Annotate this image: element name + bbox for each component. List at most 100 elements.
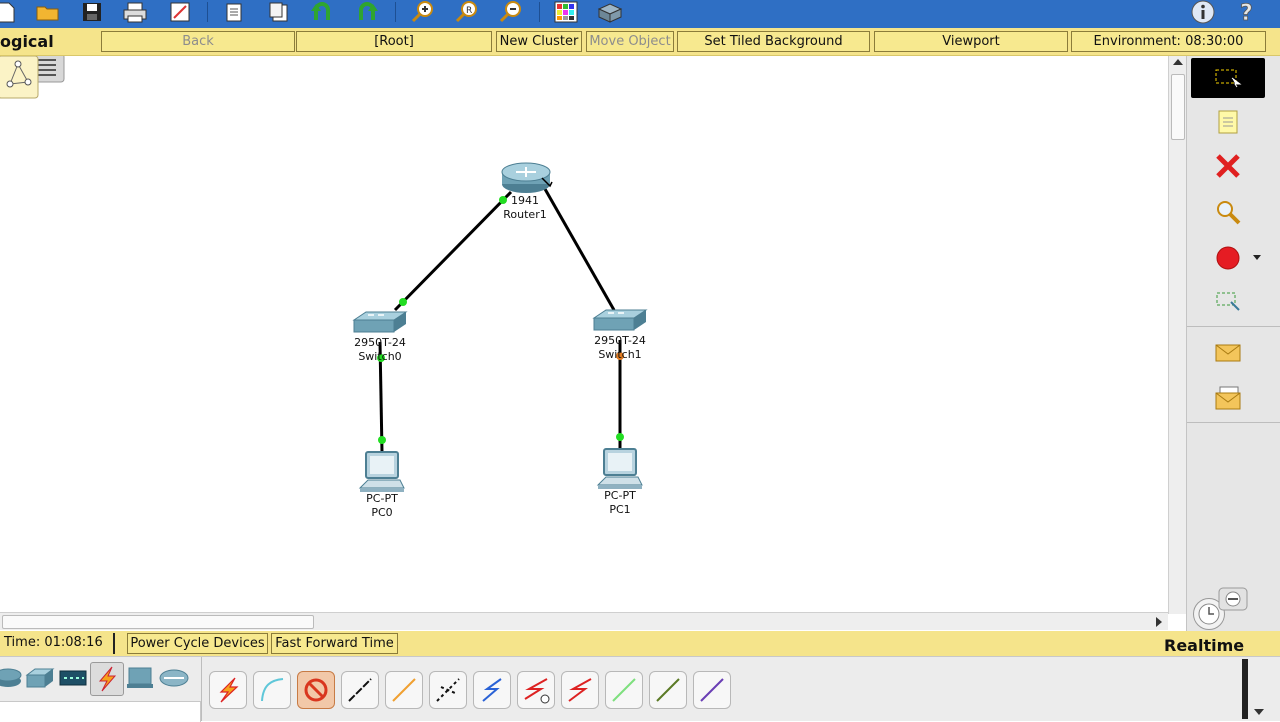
coaxial-icon[interactable] [517,671,555,709]
serial-dte-icon[interactable] [605,671,643,709]
main-toolbar: R ? [0,0,1280,28]
console-cable-icon[interactable] [253,671,291,709]
device-type-tray [0,656,1280,722]
connections-category-icon[interactable] [90,662,124,696]
panel-divider [1187,422,1280,423]
status-divider [113,633,115,654]
scroll-up-arrow-icon[interactable] [1173,59,1183,65]
info-icon[interactable] [1189,0,1217,24]
switch0-name-label: Switch0 [358,350,402,363]
copy-icon[interactable] [221,0,249,24]
hubs-category-icon[interactable] [57,662,89,694]
phone-cable-icon[interactable] [473,671,511,709]
back-button[interactable]: Back [101,31,295,52]
device-router1[interactable]: 1941 Router1 [470,160,580,224]
root-button[interactable]: [Root] [296,31,492,52]
tray-scroll-down-arrow-icon[interactable] [1254,709,1264,715]
switch1-model-label: 2950T-24 [594,334,646,347]
routers-category-icon[interactable] [0,662,24,694]
copper-straight-icon[interactable] [341,671,379,709]
toolbar-divider [207,2,208,22]
router1-name-label: Router1 [503,208,547,221]
no-connection-icon[interactable] [297,671,335,709]
power-cycle-devices-button[interactable]: Power Cycle Devices [127,633,268,654]
move-object-button[interactable]: Move Object [586,31,674,52]
delete-icon[interactable] [1191,146,1265,186]
pc0-model-label: PC-PT [366,492,398,505]
redo-icon[interactable] [353,0,381,24]
workspace-header-bar: ogical Back [Root] New Cluster Move Obje… [0,28,1280,56]
panel-divider [1187,326,1280,327]
wan-emulation-category-icon[interactable] [158,662,190,694]
pc0-name-label: PC0 [371,506,393,519]
custom-device-icon[interactable] [596,0,624,24]
vertical-scroll-thumb[interactable] [1171,74,1185,140]
device-subtype-list [0,701,201,722]
device-pc1[interactable]: PC-PT PC1 [575,447,665,519]
realtime-mode-label: Realtime [1164,636,1245,655]
scroll-right-arrow-icon[interactable] [1156,617,1162,627]
undo-icon[interactable] [308,0,336,24]
pc-icon [596,448,643,489]
open-folder-icon[interactable] [34,0,62,24]
router-icon [501,162,553,193]
draw-tool-dropdown-arrow-icon[interactable] [1253,255,1261,260]
paste-icon[interactable] [265,0,293,24]
iot-cable-icon[interactable] [693,671,731,709]
tray-divider [201,657,202,721]
device-switch0[interactable]: 2950T-24 Switch0 [335,310,425,366]
svg-text:?: ? [1240,1,1253,24]
add-complex-pdu-icon[interactable] [1191,378,1265,418]
environment-button[interactable]: Environment: 08:30:00 [1071,31,1266,52]
copper-cross-icon[interactable] [385,671,423,709]
activity-wizard-icon[interactable] [166,0,194,24]
add-simple-pdu-icon[interactable] [1191,332,1265,372]
help-icon[interactable]: ? [1234,0,1262,24]
resize-icon[interactable] [1191,282,1265,322]
zoom-out-icon[interactable] [497,0,525,24]
new-cluster-button[interactable]: New Cluster [496,31,582,52]
device-switch1[interactable]: 2950T-24 Switch1 [575,308,665,364]
set-tiled-background-button[interactable]: Set Tiled Background [677,31,870,52]
simulation-time-label: Time: 01:08:16 [4,635,103,650]
link-status-dot [378,436,386,444]
pc1-model-label: PC-PT [604,489,636,502]
pc1-name-label: PC1 [609,503,631,516]
common-tools-panel [1186,56,1280,632]
logical-workspace-label: ogical [0,32,54,51]
link-status-dot [399,298,407,306]
switches-category-icon[interactable] [24,662,56,694]
zoom-in-icon[interactable] [409,0,437,24]
switch1-name-label: Switch1 [598,348,642,361]
palette-icon[interactable] [552,0,580,24]
horizontal-scrollbar[interactable] [0,612,1168,630]
toolbar-divider [395,2,396,22]
pc-icon [358,451,405,492]
viewport-button[interactable]: Viewport [874,31,1068,52]
toolbar-divider [539,2,540,22]
print-icon[interactable] [121,0,149,24]
device-pc0[interactable]: PC-PT PC0 [337,450,427,522]
horizontal-scroll-thumb[interactable] [2,615,314,629]
note-icon[interactable] [1191,102,1265,142]
save-icon[interactable] [78,0,106,24]
logical-workspace-canvas[interactable]: 1941 Router1 2950T-24 Switch0 2950T-24 S… [0,56,1168,612]
simulation-mode-icon[interactable] [1213,584,1253,614]
vertical-scrollbar[interactable] [1168,56,1186,614]
link-status-dot [616,433,624,441]
auto-connection-icon[interactable] [209,671,247,709]
simulation-status-bar: Time: 01:08:16 Power Cycle Devices Fast … [0,631,1280,656]
switch0-model-label: 2950T-24 [354,336,406,349]
new-file-icon[interactable] [0,0,20,24]
router1-model-label: 1941 [511,194,539,207]
serial-dce-icon[interactable] [561,671,599,709]
inspect-icon[interactable] [1191,192,1265,232]
fast-forward-time-button[interactable]: Fast Forward Time [271,633,398,654]
svg-text:R: R [466,6,472,16]
zoom-reset-icon[interactable]: R [453,0,481,24]
end-devices-category-icon[interactable] [124,662,156,694]
fiber-icon[interactable] [429,671,467,709]
octal-cable-icon[interactable] [649,671,687,709]
select-icon[interactable] [1191,58,1265,98]
tray-scrollbar[interactable] [1242,659,1248,719]
